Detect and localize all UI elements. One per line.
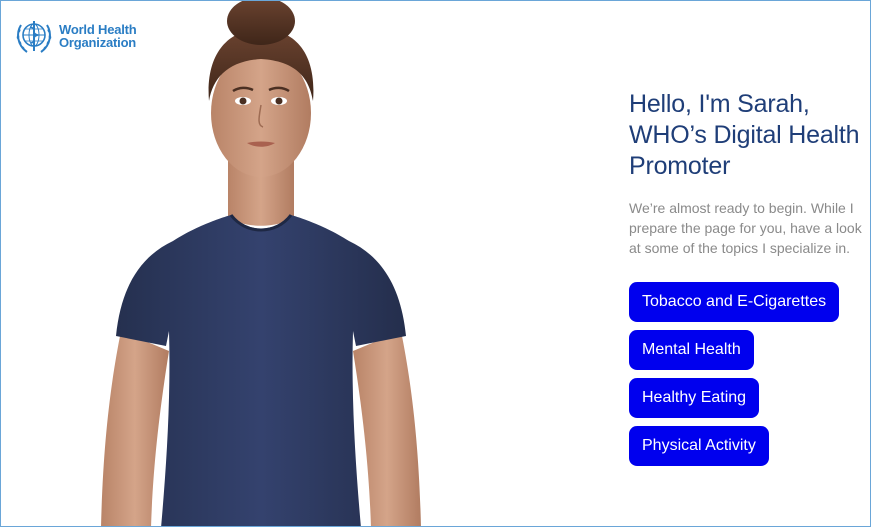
intro-line-1: We’re almost ready to begin. While I [629,200,854,216]
intro-text: We’re almost ready to begin. While I pre… [629,198,869,258]
welcome-headline: Hello, I'm Sarah, WHO’s Digital Health P… [629,89,869,182]
headline-line-2: WHO’s Digital Health [629,121,860,149]
intro-line-2: prepare the page for you, have a look [629,220,862,236]
topic-list: Tobacco and E-Cigarettes Mental Health H… [629,282,869,466]
who-emblem-icon [16,21,52,53]
topic-button-tobacco[interactable]: Tobacco and E-Cigarettes [629,282,840,322]
topic-button-physical-activity[interactable]: Physical Activity [629,426,769,466]
intro-line-3: at some of the topics I specialize in. [629,240,850,256]
topic-button-healthy-eating[interactable]: Healthy Eating [629,378,760,418]
headline-line-3: Promoter [629,152,731,180]
topic-button-mental-health[interactable]: Mental Health [629,330,754,370]
welcome-panel: Hello, I'm Sarah, WHO’s Digital Health P… [629,89,869,466]
page-frame: World Health Organization Hello, I'm Sar… [0,0,871,527]
sarah-avatar [101,1,421,526]
headline-line-1: Hello, I'm Sarah, [629,90,810,118]
